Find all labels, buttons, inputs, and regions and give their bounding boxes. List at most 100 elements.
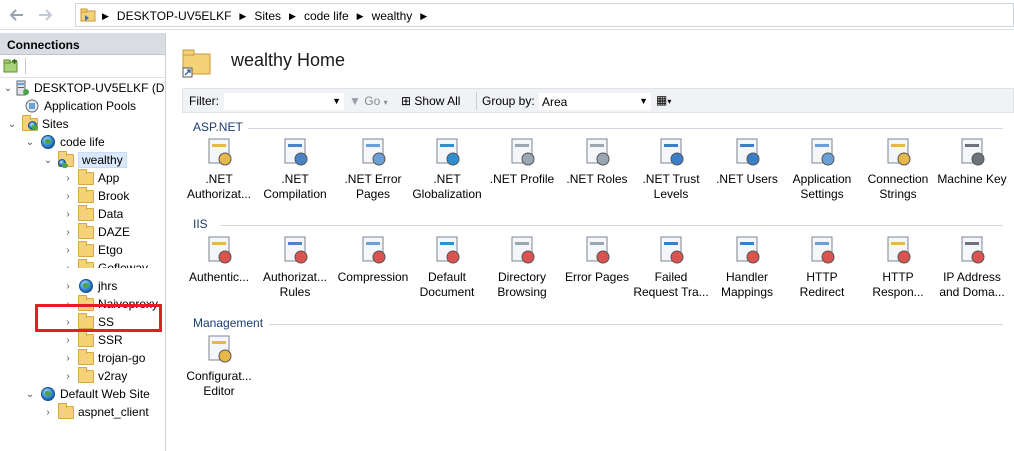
go-label: Go — [364, 94, 381, 108]
expand-chevron-icon[interactable]: › — [42, 406, 54, 418]
expand-chevron-icon[interactable]: › — [62, 244, 74, 256]
tree-node-daze[interactable]: › DAZE — [62, 223, 130, 241]
collapse-chevron-icon[interactable]: ⌄ — [24, 136, 36, 148]
tree-node-application-pools[interactable]: Application Pools — [20, 97, 136, 115]
feature-label: .NET Compilation — [263, 172, 327, 201]
expand-chevron-icon[interactable]: › — [62, 334, 74, 346]
feature-item[interactable]: HTTP Redirect — [784, 234, 860, 300]
show-all-icon: ⊞ — [401, 94, 412, 108]
feature-item[interactable]: Connection Strings — [860, 136, 936, 202]
feature-item[interactable]: Compression — [335, 234, 411, 285]
tree-node-default-web-site[interactable]: ⌄ Default Web Site — [24, 385, 150, 403]
breadcrumb-server[interactable]: DESKTOP-UV5ELKF — [113, 9, 237, 23]
collapse-chevron-icon[interactable]: ⌄ — [2, 82, 14, 94]
tree-node-trojan-go[interactable]: › trojan-go — [62, 349, 145, 367]
tree-node-v2ray[interactable]: › v2ray — [62, 367, 127, 385]
breadcrumb-separator-icon[interactable]: ▶ — [237, 11, 250, 22]
tree-node-label: Gofleway — [98, 261, 149, 275]
feature-item[interactable]: .NET Authorizat... — [181, 136, 257, 202]
feature-label: Error Pages — [564, 270, 630, 284]
feature-item[interactable]: Failed Request Tra... — [633, 234, 709, 300]
address-folder-icon — [80, 7, 97, 23]
folder-icon — [78, 331, 94, 348]
expand-chevron-icon[interactable]: › — [62, 190, 74, 202]
feature-item[interactable]: .NET Globalization — [409, 136, 485, 202]
tree-node-label: trojan-go — [98, 351, 146, 365]
breadcrumb-sites[interactable]: Sites — [250, 9, 287, 23]
tree-node-etgo[interactable]: › Etgo — [62, 241, 123, 259]
tree-node-server[interactable]: ⌄ DESKTOP-UV5ELKF (DESKT — [2, 79, 165, 97]
create-connection-icon[interactable] — [3, 59, 19, 73]
expand-chevron-icon[interactable]: › — [62, 262, 74, 269]
address-box[interactable]: ▶ DESKTOP-UV5ELKF ▶ Sites ▶ code life ▶ … — [75, 3, 1014, 27]
feature-item[interactable]: Configurat... Editor — [181, 333, 257, 399]
feature-icon — [731, 234, 763, 266]
expand-chevron-icon[interactable]: › — [62, 172, 74, 184]
feature-label: Compression — [337, 270, 409, 284]
feature-item[interactable]: Error Pages — [559, 234, 635, 285]
feature-item[interactable]: .NET Error Pages — [335, 136, 411, 202]
feature-icon — [203, 333, 235, 365]
expand-chevron-icon[interactable]: › — [62, 280, 74, 292]
tree-node-ssr[interactable]: › SSR — [62, 331, 123, 349]
tree-node-sites[interactable]: ⌄ Sites — [6, 115, 69, 133]
feature-item[interactable]: HTTP Respon... — [860, 234, 936, 300]
feature-icon — [731, 136, 763, 168]
feature-item[interactable]: .NET Profile — [484, 136, 560, 187]
feature-item[interactable]: Handler Mappings — [709, 234, 785, 300]
tree-node-label: App — [98, 171, 120, 185]
back-button[interactable] — [6, 4, 28, 26]
sites-folder-icon — [22, 115, 38, 132]
dropdown-arrow-icon[interactable]: ▼ — [332, 96, 341, 106]
highlight-annotation-box — [35, 304, 162, 332]
expand-chevron-icon[interactable]: › — [62, 370, 74, 382]
view-mode-button[interactable]: ▦▾ — [656, 93, 671, 107]
feature-icon — [806, 234, 838, 266]
expand-chevron-icon[interactable]: › — [62, 352, 74, 364]
breadcrumb-code-life[interactable]: code life — [300, 9, 355, 23]
dropdown-arrow-icon[interactable]: ▼ — [639, 96, 648, 106]
dropdown-arrow-icon: ▾ — [383, 98, 388, 107]
feature-item[interactable]: IP Address and Doma... — [934, 234, 1010, 300]
feature-label: Machine Key — [937, 172, 1007, 186]
filter-input[interactable]: ▼ — [223, 92, 345, 111]
tree-node-wealthy[interactable]: ⌄ wealthy — [42, 151, 127, 169]
go-button[interactable]: ▼ Go ▾ — [349, 94, 388, 108]
feature-item[interactable]: .NET Trust Levels — [633, 136, 709, 202]
tree-node-label: DESKTOP-UV5ELKF (DESKT — [34, 81, 165, 95]
feature-item[interactable]: Authentic... — [181, 234, 257, 285]
connections-header: Connections — [0, 33, 165, 55]
collapse-chevron-icon[interactable]: ⌄ — [42, 154, 54, 166]
folder-icon — [58, 403, 74, 420]
feature-item[interactable]: .NET Roles — [559, 136, 635, 187]
tree-node-app[interactable]: › App — [62, 169, 119, 187]
expand-chevron-icon[interactable]: › — [62, 208, 74, 220]
forward-button[interactable] — [34, 4, 56, 26]
feature-item[interactable]: Machine Key — [934, 136, 1010, 187]
feature-item[interactable]: Application Settings — [784, 136, 860, 202]
tree-node-data[interactable]: › Data — [62, 205, 123, 223]
collapse-chevron-icon[interactable]: ⌄ — [24, 388, 36, 400]
tree-node-gofleway[interactable]: › Gofleway — [62, 259, 149, 275]
feature-item[interactable]: .NET Users — [709, 136, 785, 187]
breadcrumb-separator-icon[interactable]: ▶ — [355, 11, 368, 22]
show-all-button[interactable]: ⊞ Show All — [401, 94, 460, 108]
tree-node-label: v2ray — [98, 369, 128, 383]
breadcrumb-separator-icon[interactable]: ▶ — [418, 11, 431, 22]
tree-node-aspnet-client[interactable]: › aspnet_client — [42, 403, 149, 421]
breadcrumb-separator-icon[interactable]: ▶ — [287, 11, 300, 22]
tree-node-brook[interactable]: › Brook — [62, 187, 129, 205]
feature-item[interactable]: .NET Compilation — [257, 136, 333, 202]
collapse-chevron-icon[interactable]: ⌄ — [6, 118, 18, 130]
feature-icon — [431, 136, 463, 168]
feature-item[interactable]: Authorizat... Rules — [257, 234, 333, 300]
breadcrumb-wealthy[interactable]: wealthy — [368, 9, 419, 23]
expand-chevron-icon[interactable]: › — [62, 226, 74, 238]
breadcrumb-separator-icon[interactable]: ▶ — [102, 11, 113, 22]
feature-item[interactable]: Directory Browsing — [484, 234, 560, 300]
globe-icon — [78, 278, 94, 294]
tree-node-jhrs[interactable]: › jhrs — [62, 277, 117, 295]
tree-node-code-life[interactable]: ⌄ code life — [24, 133, 105, 151]
feature-item[interactable]: Default Document — [409, 234, 485, 300]
group-by-select[interactable]: Area ▼ — [538, 92, 652, 111]
